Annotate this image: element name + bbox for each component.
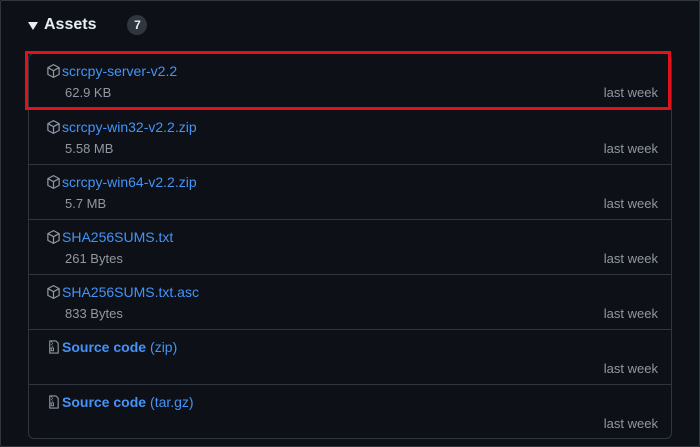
- asset-time: last week: [603, 251, 658, 266]
- package-icon: [47, 175, 60, 189]
- asset-size: 833 Bytes: [65, 306, 123, 321]
- asset-time: last week: [603, 85, 658, 100]
- asset-time: last week: [603, 196, 658, 211]
- asset-row: Source code (zip) last week: [29, 329, 671, 384]
- file-zip-icon: [49, 395, 59, 409]
- package-icon: [47, 120, 60, 134]
- asset-size: 261 Bytes: [65, 251, 123, 266]
- source-code-format[interactable]: (tar.gz): [150, 394, 194, 410]
- source-code-format[interactable]: (zip): [150, 339, 177, 355]
- asset-time: last week: [603, 141, 658, 156]
- asset-link-sha256sums-txt[interactable]: SHA256SUMS.txt: [62, 229, 173, 245]
- source-code-zip-link[interactable]: Source code: [62, 339, 146, 355]
- asset-row: scrcpy-win32-v2.2.zip 5.58 MB last week: [29, 109, 671, 164]
- asset-row: scrcpy-server-v2.2 62.9 KB last week: [29, 54, 671, 109]
- asset-row: SHA256SUMS.txt 261 Bytes last week: [29, 219, 671, 274]
- caret-down-icon[interactable]: [28, 21, 38, 30]
- package-icon: [47, 64, 60, 78]
- asset-time: last week: [603, 361, 658, 376]
- asset-row: SHA256SUMS.txt.asc 833 Bytes last week: [29, 274, 671, 329]
- package-icon: [47, 285, 60, 299]
- file-zip-icon: [49, 340, 59, 354]
- asset-size: 5.58 MB: [65, 141, 114, 156]
- asset-size: 62.9 KB: [65, 85, 112, 100]
- asset-time: last week: [603, 306, 658, 321]
- assets-title[interactable]: Assets: [44, 16, 96, 34]
- asset-link-scrcpy-server[interactable]: scrcpy-server-v2.2: [62, 63, 177, 79]
- asset-link-scrcpy-win32[interactable]: scrcpy-win32-v2.2.zip: [62, 119, 197, 135]
- assets-panel: Assets 7 scrcpy-server-v2.2 62.9 KB last…: [0, 0, 700, 447]
- asset-time: last week: [603, 416, 658, 431]
- assets-header[interactable]: Assets 7: [28, 13, 148, 37]
- asset-size: 5.7 MB: [65, 196, 107, 211]
- source-code-targz-link[interactable]: Source code: [62, 394, 146, 410]
- package-icon: [47, 230, 60, 244]
- asset-link-scrcpy-win64[interactable]: scrcpy-win64-v2.2.zip: [62, 174, 197, 190]
- asset-link-sha256sums-asc[interactable]: SHA256SUMS.txt.asc: [62, 284, 199, 300]
- assets-count-badge: 7: [127, 15, 148, 35]
- assets-list: scrcpy-server-v2.2 62.9 KB last week scr…: [28, 53, 672, 439]
- asset-row: Source code (tar.gz) last week: [29, 384, 671, 438]
- asset-row: scrcpy-win64-v2.2.zip 5.7 MB last week: [29, 164, 671, 219]
